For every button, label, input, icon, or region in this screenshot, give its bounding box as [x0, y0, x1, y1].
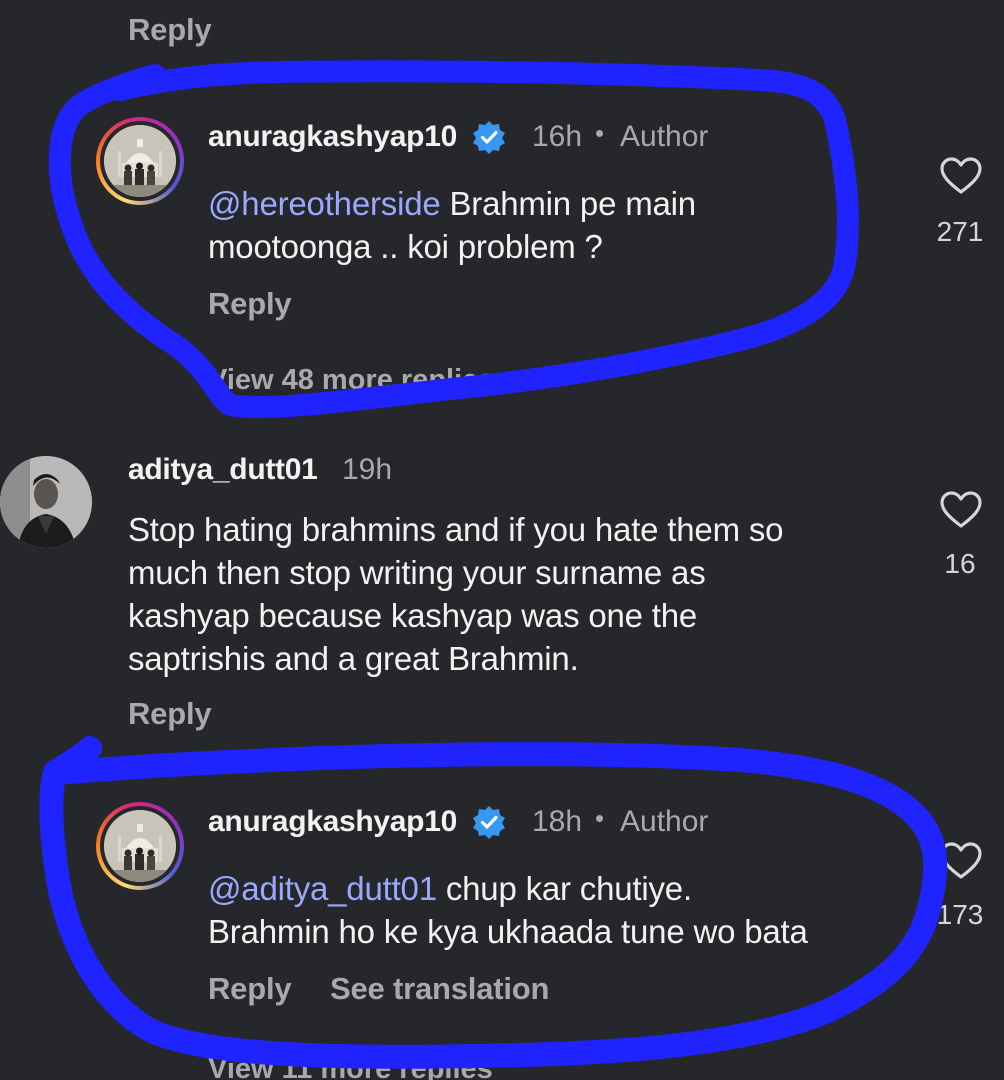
comment-time: 18h: [532, 805, 583, 838]
view-more-replies-button[interactable]: View 48 more replies: [208, 364, 494, 397]
like-count: 173: [936, 899, 984, 930]
comment-text: @hereotherside Brahmin pe main mootoonga…: [208, 182, 828, 268]
avatar[interactable]: [0, 456, 92, 548]
comment-text-line: Stop hating brahmins and if you hate the…: [128, 511, 784, 548]
comment-text-line: much then stop writing your surname as: [128, 554, 706, 591]
verified-badge-icon: [473, 121, 505, 154]
avatar-image: [104, 125, 176, 197]
comment-text-line1: Brahmin pe main: [440, 185, 696, 222]
comment-username[interactable]: anuragkashyap10: [208, 805, 457, 839]
comment-item: anuragkashyap10 18h • Author @aditya_dut…: [0, 785, 1004, 1080]
heart-icon[interactable]: [939, 490, 983, 530]
comment-text: Stop hating brahmins and if you hate the…: [128, 508, 908, 680]
mention-link[interactable]: @hereotherside: [208, 185, 441, 222]
view-more-replies-button[interactable]: View 11 more replies: [208, 1053, 493, 1080]
avatar-image: [104, 810, 176, 882]
reply-button[interactable]: Reply: [128, 696, 212, 732]
like-count: 271: [936, 216, 984, 247]
avatar-image: [0, 456, 92, 548]
author-badge: Author: [620, 805, 709, 838]
comment-text: @aditya_dutt01 chup kar chutiye. Brahmin…: [208, 867, 908, 953]
comment-text-line1: chup kar chutiye.: [436, 870, 692, 907]
heart-icon[interactable]: [939, 156, 983, 196]
comment-username[interactable]: anuragkashyap10: [208, 120, 457, 154]
comment-time: 19h: [342, 453, 393, 486]
avatar[interactable]: [96, 802, 184, 890]
comment-text-line: kashyap because kashyap was one the: [128, 597, 698, 634]
author-badge: Author: [620, 120, 709, 153]
heart-icon[interactable]: [939, 841, 983, 881]
comment-text-line: saptrishis and a great Brahmin.: [128, 640, 579, 677]
verified-badge-icon: [473, 806, 505, 839]
comment-item: anuragkashyap10 16h • Author @hereothers…: [0, 100, 1004, 400]
reply-button[interactable]: Reply: [208, 971, 292, 1007]
comment-item: aditya_dutt01 19h Stop hating brahmins a…: [0, 440, 1004, 740]
comment-text-line2: Brahmin ho ke kya ukhaada tune wo bata: [208, 913, 808, 950]
comment-username[interactable]: aditya_dutt01: [128, 453, 318, 487]
comment-text-line2: mootoonga .. koi problem ?: [208, 228, 603, 265]
see-translation-button[interactable]: See translation: [330, 971, 549, 1007]
mention-link[interactable]: @aditya_dutt01: [208, 870, 437, 907]
avatar[interactable]: [96, 117, 184, 205]
comment-time: 16h: [532, 120, 583, 153]
reply-button[interactable]: Reply: [208, 286, 292, 322]
reply-button[interactable]: Reply: [128, 12, 212, 48]
meta-separator: •: [595, 118, 605, 148]
like-count: 16: [944, 548, 976, 579]
meta-separator: •: [595, 803, 605, 833]
